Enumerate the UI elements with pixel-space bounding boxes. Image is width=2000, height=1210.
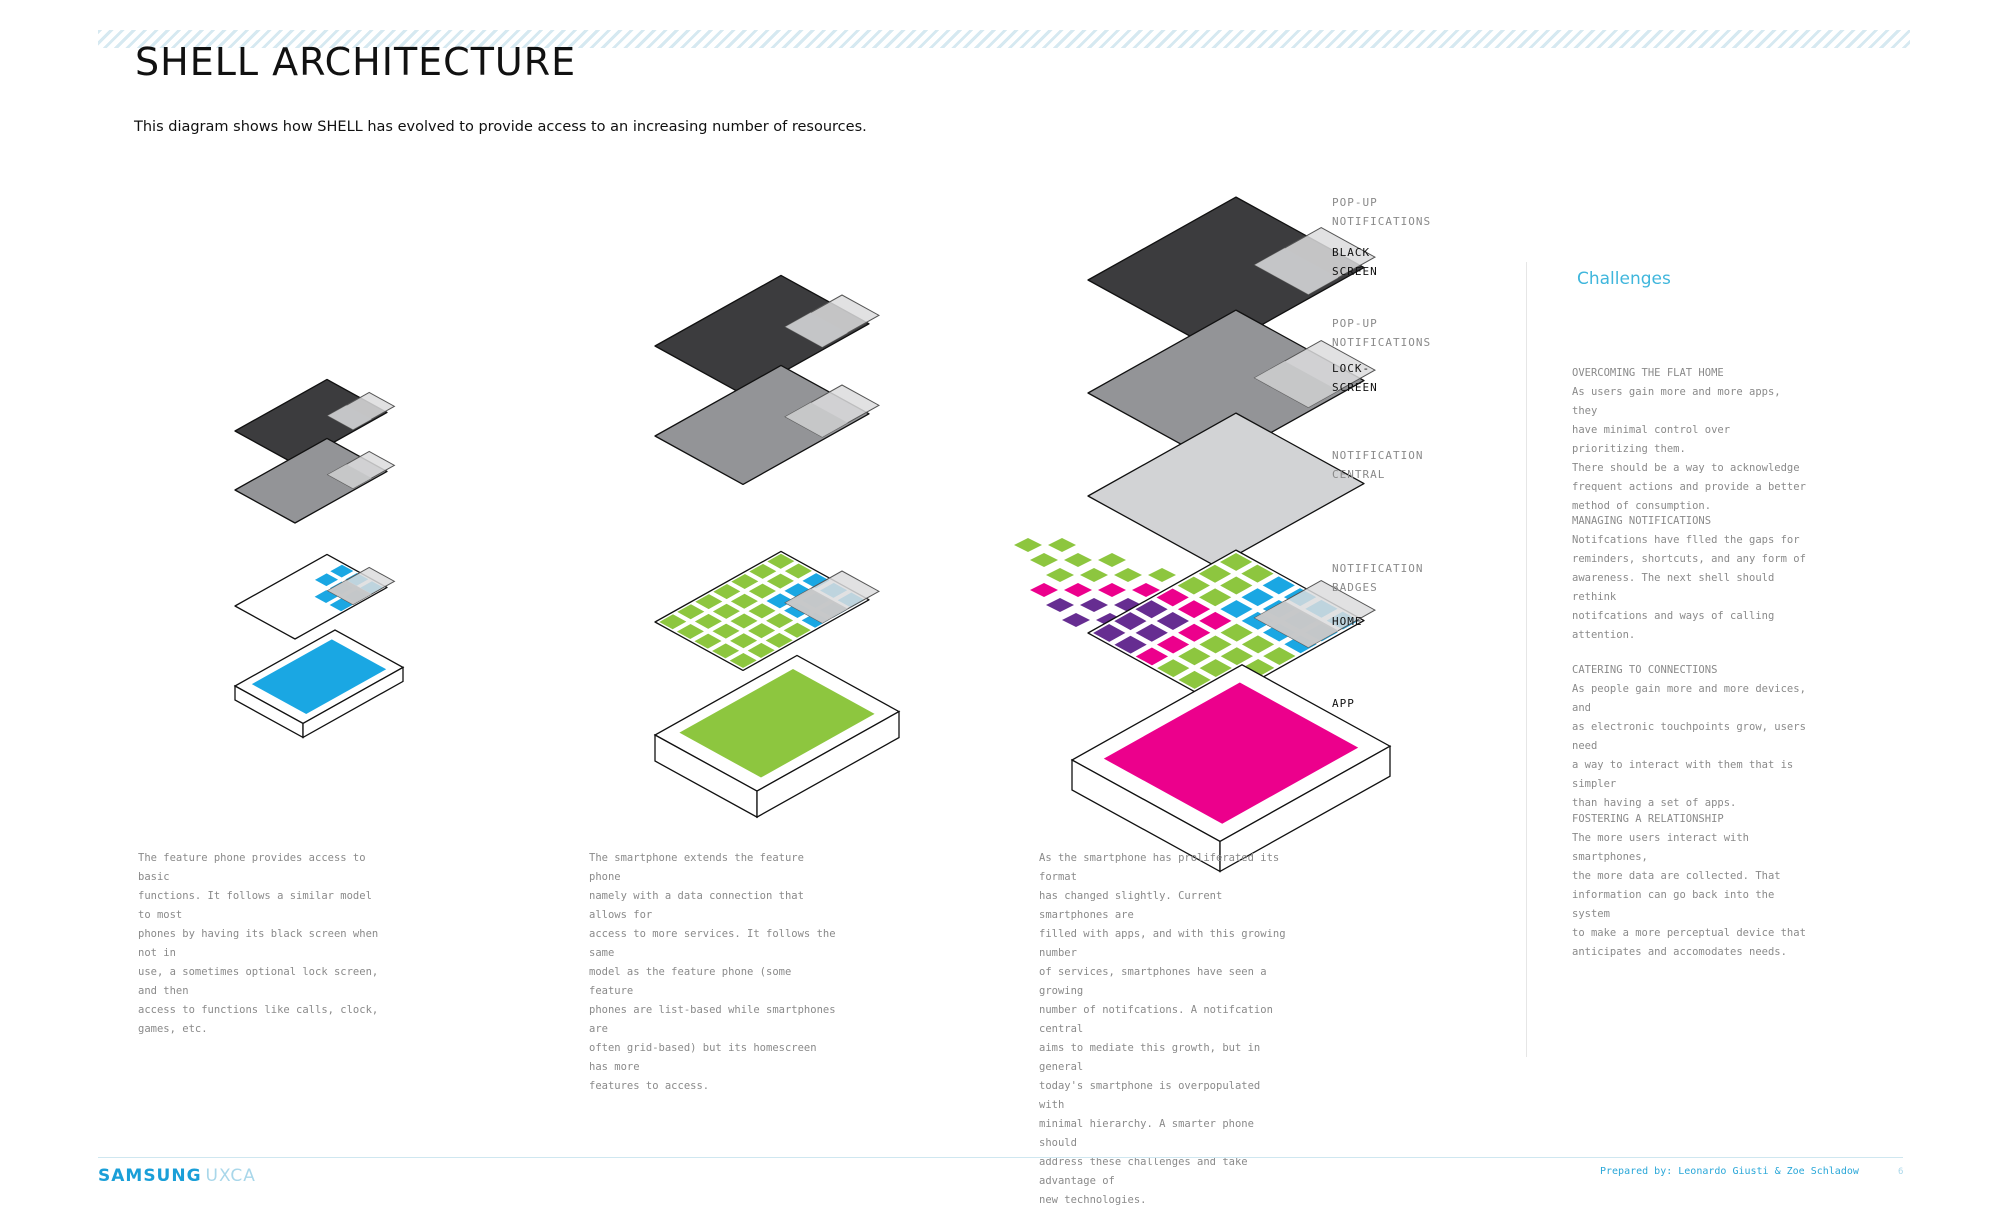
caption-smartphone: The smartphone extends the feature phone… xyxy=(589,852,836,1092)
challenge-heading: FOSTERING A RELATIONSHIP xyxy=(1572,813,1724,825)
label-home: HOME xyxy=(1332,615,1363,628)
challenge-relationship: FOSTERING A RELATIONSHIP The more users … xyxy=(1572,810,1812,962)
page-number: 6 xyxy=(1898,1167,1904,1177)
notification-badge xyxy=(1030,553,1058,567)
notification-badge xyxy=(1062,613,1090,627)
notification-badge xyxy=(1148,568,1176,582)
challenge-heading: OVERCOMING THE FLAT HOME xyxy=(1572,367,1724,379)
caption-current-smartphone: As the smartphone has proliferated its f… xyxy=(1039,852,1286,1206)
footer-divider xyxy=(98,1157,1903,1158)
caption-feature-phone: The feature phone provides access to bas… xyxy=(138,852,379,1035)
notification-badge xyxy=(1064,553,1092,567)
notification-badge xyxy=(1046,598,1074,612)
brand-suffix: UXCA xyxy=(205,1166,256,1186)
challenge-body: The more users interact with smartphones… xyxy=(1572,832,1806,958)
samsung-uxca-logo: SAMSUNG UXCA xyxy=(98,1166,256,1186)
label-notification-badges: NOTIFICATION BADGES xyxy=(1332,562,1424,594)
label-app: APP xyxy=(1332,697,1355,710)
notification-badge xyxy=(1080,598,1108,612)
label-popup-notifications-1: POP-UP NOTIFICATIONS xyxy=(1332,196,1432,228)
notification-badge xyxy=(1030,583,1058,597)
notification-badge xyxy=(1046,568,1074,582)
challenge-body: Notifcations have flled the gaps for rem… xyxy=(1572,534,1806,641)
notification-badge xyxy=(1014,538,1042,552)
challenge-body: As users gain more and more apps, they h… xyxy=(1572,386,1806,512)
notification-central-layer xyxy=(1087,412,1365,568)
challenge-flat-home: OVERCOMING THE FLAT HOME As users gain m… xyxy=(1572,364,1812,516)
section-divider xyxy=(1526,262,1527,1057)
prepared-by: Prepared by: Leonardo Giusti & Zoe Schla… xyxy=(1600,1166,1859,1177)
notification-badge xyxy=(1064,583,1092,597)
notification-badge xyxy=(1098,583,1126,597)
challenge-heading: MANAGING NOTIFICATIONS xyxy=(1572,515,1712,527)
notification-badge xyxy=(1080,568,1108,582)
challenge-connections: CATERING TO CONNECTIONS As people gain m… xyxy=(1572,661,1812,813)
notification-badge xyxy=(1048,538,1076,552)
challenge-notifications: MANAGING NOTIFICATIONS Notifcations have… xyxy=(1572,512,1812,645)
label-black-screen: BLACK SCREEN xyxy=(1332,246,1378,278)
challenge-heading: CATERING TO CONNECTIONS xyxy=(1572,664,1718,676)
label-popup-notifications-2: POP-UP NOTIFICATIONS xyxy=(1332,317,1432,349)
label-notification-central: NOTIFICATION CENTRAL xyxy=(1332,449,1424,481)
challenge-body: As people gain more and more devices, an… xyxy=(1572,683,1806,809)
brand-name: SAMSUNG xyxy=(98,1166,202,1186)
notification-badge xyxy=(1114,568,1142,582)
challenges-title: Challenges xyxy=(1577,269,1671,289)
label-lock-screen: LOCK- SCREEN xyxy=(1332,362,1378,394)
notification-badge xyxy=(1098,553,1126,567)
